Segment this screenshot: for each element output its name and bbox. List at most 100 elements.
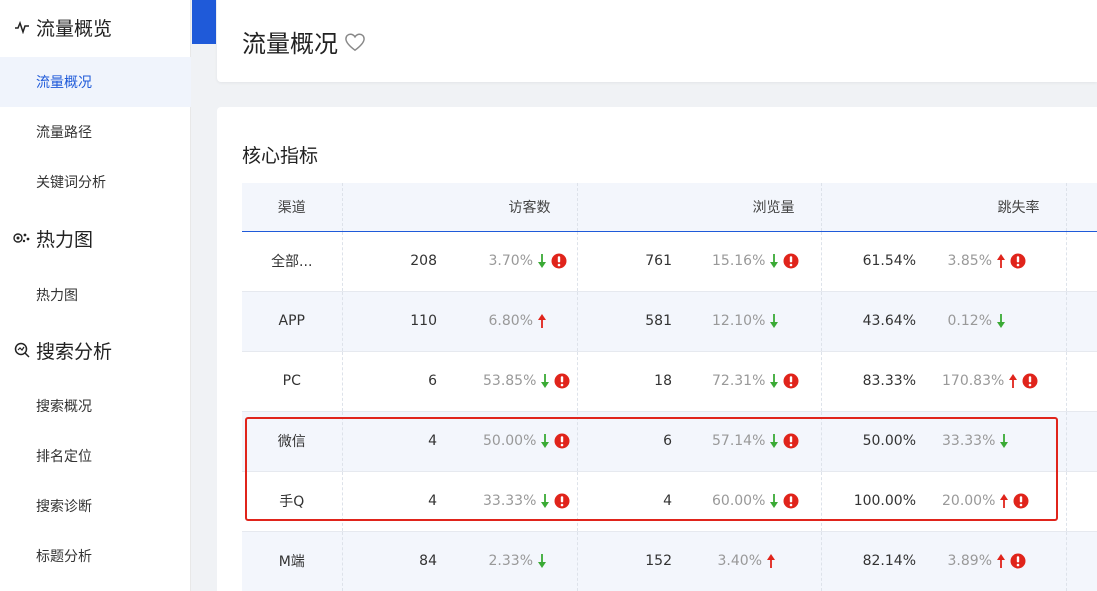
page-title: 流量概况	[242, 24, 366, 59]
sidebar-item-search-diagnosis[interactable]: 搜索诊断	[0, 481, 191, 531]
cell-pageviews-change: 3.40%	[672, 531, 822, 591]
change-percent: 3.40%	[717, 553, 762, 569]
cell-visitors-change: 33.33%	[437, 471, 578, 532]
cell-channel[interactable]: 手Q	[242, 471, 343, 532]
cell-pageviews-value: 6	[577, 411, 672, 472]
warning-icon[interactable]	[554, 373, 570, 389]
change-percent: 6.80%	[488, 313, 533, 329]
sidebar-item-title-analysis[interactable]: 标题分析	[0, 531, 191, 581]
change-percent: 33.33%	[942, 433, 996, 449]
arrow-up-icon	[1009, 374, 1018, 388]
sidebar-item-rank-locate[interactable]: 排名定位	[0, 431, 191, 481]
arrow-down-icon	[770, 494, 779, 508]
cell-pageviews-value: 4	[577, 471, 672, 532]
warning-icon[interactable]	[783, 433, 799, 449]
arrow-down-icon	[770, 254, 779, 268]
cell-extra	[1066, 351, 1097, 412]
sidebar-item-label: 流量概况	[36, 75, 92, 91]
warning-icon[interactable]	[1022, 373, 1038, 389]
change-percent: 15.16%	[712, 253, 766, 269]
sidebar-item-label: 排名定位	[36, 449, 92, 465]
cell-extra	[1066, 531, 1097, 591]
cell-channel[interactable]: M端	[242, 531, 343, 591]
change-percent: 170.83%	[942, 373, 1005, 389]
sidebar-item-keyword-analysis[interactable]: 关键词分析	[0, 157, 191, 207]
arrow-down-icon	[770, 314, 779, 328]
header-card: 流量概况	[217, 0, 1097, 82]
column-header-bounce[interactable]: 跳失率	[821, 183, 1067, 232]
cell-pageviews-change: 60.00%	[672, 471, 822, 532]
cell-channel[interactable]: PC	[242, 351, 343, 412]
warning-icon[interactable]	[554, 493, 570, 509]
sidebar-group-traffic-overview[interactable]: 流量概览	[0, 2, 191, 52]
arrow-down-icon	[541, 494, 550, 508]
cell-bounce-change: 170.83%	[916, 351, 1067, 412]
warning-icon[interactable]	[1010, 553, 1026, 569]
sidebar-group-label: 流量概览	[36, 17, 113, 40]
sidebar-group-label: 热力图	[36, 228, 94, 251]
cell-pageviews-change: 57.14%	[672, 411, 822, 472]
cell-bounce-value: 50.00%	[821, 411, 916, 472]
change-percent: 20.00%	[942, 493, 996, 509]
warning-icon[interactable]	[783, 493, 799, 509]
table-header-row: 渠道 访客数 浏览量 跳失率	[242, 183, 1097, 232]
warning-icon[interactable]	[1013, 493, 1029, 509]
sidebar: 流量概览 流量概况 流量路径 关键词分析 热力图 热力图 搜索分析 搜索概况 排…	[0, 0, 191, 591]
cell-pageviews-change: 12.10%	[672, 291, 822, 352]
warning-icon[interactable]	[551, 253, 567, 269]
cell-extra	[1066, 411, 1097, 472]
sidebar-group-heatmap[interactable]: 热力图	[0, 213, 191, 263]
change-percent: 33.33%	[483, 493, 537, 509]
search-analysis-icon	[12, 340, 32, 360]
table-row: PC 6 53.85% 18 72.31% 83.33% 170.83%	[242, 351, 1097, 412]
change-percent: 50.00%	[483, 433, 537, 449]
cell-visitors-value: 4	[342, 411, 437, 472]
arrow-down-icon	[1000, 434, 1009, 448]
sidebar-item-heatmap[interactable]: 热力图	[0, 270, 191, 320]
cell-bounce-change: 20.00%	[916, 471, 1067, 532]
arrow-down-icon	[541, 374, 550, 388]
section-title: 核心指标	[242, 145, 319, 167]
sidebar-item-label: 热力图	[36, 288, 78, 304]
change-percent: 57.14%	[712, 433, 766, 449]
cell-bounce-change: 3.85%	[916, 231, 1067, 292]
cell-extra	[1066, 291, 1097, 352]
sidebar-group-search-analysis[interactable]: 搜索分析	[0, 325, 191, 375]
table-row: M端 84 2.33% 152 3.40% 82.14% 3.89%	[242, 531, 1097, 591]
cell-bounce-value: 100.00%	[821, 471, 916, 532]
warning-icon[interactable]	[554, 433, 570, 449]
table-row: 全部... 208 3.70% 761 15.16% 61.54% 3.85%	[242, 231, 1097, 292]
cell-extra	[1066, 231, 1097, 292]
cell-bounce-change: 0.12%	[916, 291, 1067, 352]
sidebar-item-label: 关键词分析	[36, 175, 106, 191]
arrow-down-icon	[541, 434, 550, 448]
cell-visitors-value: 6	[342, 351, 437, 412]
heart-outline-icon[interactable]	[344, 30, 366, 58]
arrow-up-icon	[997, 254, 1005, 268]
cell-pageviews-value: 18	[577, 351, 672, 412]
warning-icon[interactable]	[1010, 253, 1026, 269]
core-metrics-card: 核心指标 渠道 访客数 浏览量 跳失率 全部... 208 3.70% 761 15.1…	[217, 107, 1097, 591]
cell-pageviews-change: 15.16%	[672, 231, 822, 292]
sidebar-item-label: 标题分析	[36, 549, 92, 565]
sidebar-group-label: 搜索分析	[36, 340, 113, 363]
cell-channel[interactable]: 微信	[242, 411, 343, 472]
column-header-visitors[interactable]: 访客数	[342, 183, 578, 232]
cell-channel[interactable]: 全部...	[242, 231, 343, 292]
cell-visitors-value: 208	[342, 231, 437, 292]
warning-icon[interactable]	[783, 253, 799, 269]
cell-extra	[1066, 471, 1097, 532]
column-header-extra	[1066, 183, 1097, 232]
cell-channel[interactable]: APP	[242, 291, 343, 352]
cell-bounce-value: 83.33%	[821, 351, 916, 412]
heatmap-icon	[12, 228, 32, 248]
change-percent: 60.00%	[712, 493, 766, 509]
arrow-up-icon	[1000, 494, 1009, 508]
column-header-pageviews[interactable]: 浏览量	[577, 183, 822, 232]
warning-icon[interactable]	[783, 373, 799, 389]
cell-visitors-change: 2.33%	[437, 531, 578, 591]
cell-visitors-value: 84	[342, 531, 437, 591]
sidebar-item-traffic-path[interactable]: 流量路径	[0, 107, 191, 157]
sidebar-item-search-overview[interactable]: 搜索概况	[0, 381, 191, 431]
sidebar-item-traffic-overview[interactable]: 流量概况	[0, 57, 191, 107]
